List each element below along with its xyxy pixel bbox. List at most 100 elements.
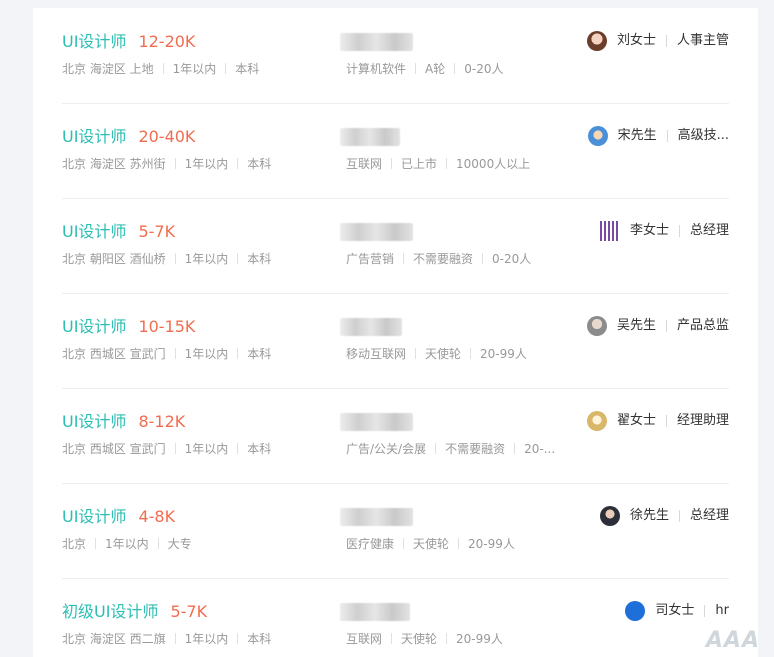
- company-name-blurred[interactable]: [340, 33, 413, 51]
- job-item[interactable]: UI设计师 12-20K 北京 海淀区 上地 1年以内 本科 计算机软件 A轮 0-20人…: [62, 8, 729, 104]
- recruiter-role: 经理助理: [676, 413, 729, 428]
- avatar: [586, 411, 607, 431]
- job-salary: 12-20K: [138, 32, 196, 51]
- job-title[interactable]: UI设计师 8-12K: [62, 410, 185, 434]
- recruiter-role: 产品总监: [676, 318, 729, 333]
- company-name-blurred[interactable]: [340, 508, 413, 526]
- job-location: 北京 海淀区 上地: [62, 62, 154, 76]
- job-education: 本科: [247, 347, 272, 361]
- company-industry: 移动互联网: [346, 347, 407, 361]
- job-requirements: 北京 西城区 宣武门 1年以内 本科: [62, 440, 271, 458]
- job-name[interactable]: 初级UI设计师: [62, 602, 158, 621]
- job-title[interactable]: UI设计师 10-15K: [62, 315, 195, 339]
- job-item[interactable]: UI设计师 10-15K 北京 西城区 宣武门 1年以内 本科 移动互联网 天使轮 20-…: [62, 293, 729, 389]
- job-item[interactable]: UI设计师 20-40K 北京 海淀区 苏州街 1年以内 本科 互联网 已上市 10000…: [62, 103, 729, 199]
- job-salary: 10-15K: [138, 317, 196, 336]
- recruiter-name: 司女士: [655, 603, 695, 618]
- company-size: 0-20人: [492, 252, 532, 266]
- job-title[interactable]: UI设计师 5-7K: [62, 220, 175, 244]
- recruiter-name: 徐先生: [629, 508, 669, 523]
- company-name-blurred[interactable]: [340, 128, 400, 146]
- job-title[interactable]: UI设计师 20-40K: [62, 125, 195, 149]
- recruiter-name: 宋先生: [617, 128, 657, 143]
- recruiter-info[interactable]: 司女士 hr: [625, 599, 729, 623]
- job-requirements: 北京 海淀区 苏州街 1年以内 本科: [62, 155, 271, 173]
- recruiter-info[interactable]: 徐先生 总经理: [599, 504, 729, 528]
- job-list: UI设计师 12-20K 北京 海淀区 上地 1年以内 本科 计算机软件 A轮 0-20人…: [33, 8, 758, 657]
- job-requirements: 北京 西城区 宣武门 1年以内 本科: [62, 345, 271, 363]
- company-size: 20-99人: [456, 632, 503, 646]
- company-name-blurred[interactable]: [340, 223, 413, 241]
- recruiter-role: 总经理: [689, 223, 729, 238]
- company-info: 互联网 已上市 10000人以上: [346, 155, 530, 173]
- company-info: 计算机软件 A轮 0-20人: [346, 60, 503, 78]
- company-industry: 医疗健康: [346, 537, 395, 551]
- avatar: [586, 316, 607, 336]
- job-title[interactable]: 初级UI设计师 5-7K: [62, 600, 207, 624]
- job-experience: 1年以内: [172, 62, 217, 76]
- company-size: 10000人以上: [456, 157, 531, 171]
- avatar: [586, 31, 607, 51]
- job-salary: 20-40K: [138, 127, 196, 146]
- company-stage: A轮: [425, 62, 446, 76]
- job-education: 本科: [235, 62, 260, 76]
- job-experience: 1年以内: [184, 347, 229, 361]
- job-item[interactable]: 初级UI设计师 5-7K 北京 海淀区 西二旗 1年以内 本科 互联网 天使轮 20-99…: [62, 578, 729, 657]
- recruiter-name: 翟女士: [616, 413, 656, 428]
- recruiter-name: 吴先生: [616, 318, 656, 333]
- job-education: 大专: [167, 537, 192, 551]
- job-salary: 4-8K: [138, 507, 176, 526]
- job-name[interactable]: UI设计师: [62, 317, 126, 336]
- job-experience: 1年以内: [184, 157, 229, 171]
- job-item[interactable]: UI设计师 5-7K 北京 朝阳区 酒仙桥 1年以内 本科 广告营销 不需要融资 0-20…: [62, 198, 729, 294]
- job-experience: 1年以内: [184, 442, 229, 456]
- recruiter-info[interactable]: 吴先生 产品总监: [586, 314, 729, 338]
- company-name-blurred[interactable]: [340, 318, 402, 336]
- job-item[interactable]: UI设计师 4-8K 北京 1年以内 大专 医疗健康 天使轮 20-99人 徐先生 总经理: [62, 483, 729, 579]
- company-industry: 互联网: [346, 157, 383, 171]
- job-education: 本科: [247, 632, 272, 646]
- job-salary: 8-12K: [138, 412, 186, 431]
- company-info: 互联网 天使轮 20-99人: [346, 630, 503, 648]
- job-name[interactable]: UI设计师: [62, 32, 126, 51]
- avatar: [599, 221, 620, 241]
- job-item[interactable]: UI设计师 8-12K 北京 西城区 宣武门 1年以内 本科 广告/公关/会展 不需要融…: [62, 388, 729, 484]
- company-industry: 计算机软件: [346, 62, 407, 76]
- job-name[interactable]: UI设计师: [62, 412, 126, 431]
- job-education: 本科: [247, 157, 272, 171]
- company-name-blurred[interactable]: [340, 413, 413, 431]
- recruiter-role: 总经理: [689, 508, 729, 523]
- recruiter-info[interactable]: 李女士 总经理: [599, 219, 729, 243]
- company-stage: 天使轮: [425, 347, 462, 361]
- job-salary: 5-7K: [138, 222, 176, 241]
- job-title[interactable]: UI设计师 12-20K: [62, 30, 195, 54]
- avatar: [587, 126, 608, 146]
- recruiter-info[interactable]: 刘女士 人事主管: [586, 29, 729, 53]
- job-experience: 1年以内: [105, 537, 149, 551]
- job-requirements: 北京 海淀区 西二旗 1年以内 本科: [62, 630, 271, 648]
- watermark-logo: AAA: [705, 628, 760, 653]
- recruiter-info[interactable]: 翟女士 经理助理: [586, 409, 729, 433]
- job-education: 本科: [247, 252, 272, 266]
- recruiter-role: 高级技...: [677, 128, 729, 143]
- job-name[interactable]: UI设计师: [62, 127, 126, 146]
- company-stage: 天使轮: [401, 632, 438, 646]
- job-location: 北京: [62, 537, 87, 551]
- company-stage: 已上市: [401, 157, 438, 171]
- company-info: 医疗健康 天使轮 20-99人: [346, 535, 515, 553]
- job-experience: 1年以内: [184, 252, 229, 266]
- job-requirements: 北京 1年以内 大专: [62, 535, 192, 553]
- recruiter-role: 人事主管: [676, 33, 729, 48]
- recruiter-info[interactable]: 宋先生 高级技...: [587, 124, 729, 148]
- company-name-blurred[interactable]: [340, 603, 410, 621]
- job-location: 北京 朝阳区 酒仙桥: [62, 252, 166, 266]
- job-location: 北京 西城区 宣武门: [62, 442, 166, 456]
- job-title[interactable]: UI设计师 4-8K: [62, 505, 175, 529]
- job-location: 北京 海淀区 西二旗: [62, 632, 166, 646]
- company-size: 20-99人: [480, 347, 527, 361]
- company-stage: 不需要融资: [413, 252, 474, 266]
- company-info: 广告/公关/会展 不需要融资 20-...: [346, 440, 555, 458]
- job-name[interactable]: UI设计师: [62, 507, 126, 526]
- company-industry: 互联网: [346, 632, 383, 646]
- job-name[interactable]: UI设计师: [62, 222, 126, 241]
